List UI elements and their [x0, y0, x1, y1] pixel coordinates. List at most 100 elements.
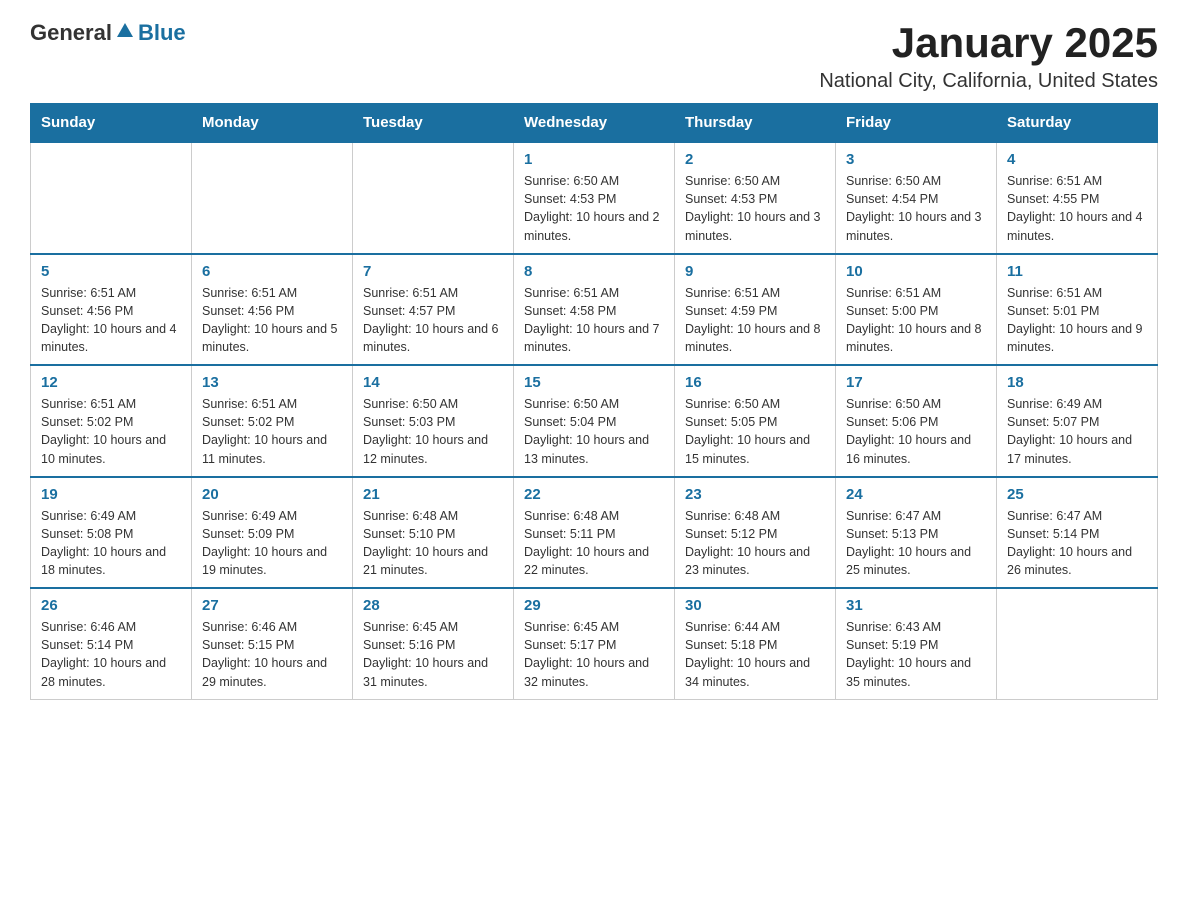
day-cell: 22 Sunrise: 6:48 AM Sunset: 5:11 PM Dayli…	[514, 477, 675, 589]
day-info: Sunrise: 6:49 AM Sunset: 5:07 PM Dayligh…	[1007, 395, 1147, 468]
day-number: 4	[1007, 151, 1147, 168]
day-number: 5	[41, 263, 181, 280]
day-cell: 18 Sunrise: 6:49 AM Sunset: 5:07 PM Dayli…	[997, 365, 1158, 477]
logo-general-text: General	[30, 20, 112, 46]
day-info: Sunrise: 6:51 AM Sunset: 4:55 PM Dayligh…	[1007, 172, 1147, 245]
day-number: 6	[202, 263, 342, 280]
day-cell: 24Sunrise: 6:47 AM Sunset: 5:13 PM Dayli…	[836, 477, 997, 589]
day-info: Sunrise: 6:51 AM Sunset: 4:56 PM Dayligh…	[202, 284, 342, 357]
day-info: Sunrise: 6:45 AM Sunset: 5:16 PM Dayligh…	[363, 618, 503, 691]
title-block: January 2025 National City, California, …	[819, 20, 1158, 93]
day-info: Sunrise: 6:50 AM Sunset: 5:06 PM Dayligh…	[846, 395, 986, 468]
day-number: 2	[685, 151, 825, 168]
day-cell: 16 Sunrise: 6:50 AM Sunset: 5:05 PM Dayli…	[675, 365, 836, 477]
day-number: 19	[41, 486, 181, 503]
day-cell: 12 Sunrise: 6:51 AM Sunset: 5:02 PM Dayli…	[31, 365, 192, 477]
day-cell: 30 Sunrise: 6:44 AM Sunset: 5:18 PM Dayli…	[675, 588, 836, 699]
header-row: SundayMondayTuesdayWednesdayThursdayFrid…	[31, 104, 1158, 143]
logo-blue-text: Blue	[138, 20, 186, 46]
day-cell: 4 Sunrise: 6:51 AM Sunset: 4:55 PM Daylig…	[997, 142, 1158, 254]
day-info: Sunrise: 6:51 AM Sunset: 4:57 PM Dayligh…	[363, 284, 503, 357]
day-cell: 17 Sunrise: 6:50 AM Sunset: 5:06 PM Dayli…	[836, 365, 997, 477]
day-info: Sunrise: 6:50 AM Sunset: 5:05 PM Dayligh…	[685, 395, 825, 468]
calendar-body: 1Sunrise: 6:50 AM Sunset: 4:53 PM Daylig…	[31, 142, 1158, 699]
logo-triangle-icon	[117, 23, 133, 43]
day-cell: 31 Sunrise: 6:43 AM Sunset: 5:19 PM Dayli…	[836, 588, 997, 699]
day-number: 22	[524, 486, 664, 503]
week-row-1: 1Sunrise: 6:50 AM Sunset: 4:53 PM Daylig…	[31, 142, 1158, 254]
day-cell: 23Sunrise: 6:48 AM Sunset: 5:12 PM Dayli…	[675, 477, 836, 589]
day-cell: 27 Sunrise: 6:46 AM Sunset: 5:15 PM Dayli…	[192, 588, 353, 699]
header-cell-wednesday: Wednesday	[514, 104, 675, 143]
header-cell-monday: Monday	[192, 104, 353, 143]
day-info: Sunrise: 6:50 AM Sunset: 4:53 PM Dayligh…	[524, 172, 664, 245]
day-number: 20	[202, 486, 342, 503]
day-info: Sunrise: 6:46 AM Sunset: 5:14 PM Dayligh…	[41, 618, 181, 691]
day-cell	[997, 588, 1158, 699]
page-title: January 2025	[819, 20, 1158, 66]
day-info: Sunrise: 6:49 AM Sunset: 5:08 PM Dayligh…	[41, 507, 181, 580]
day-number: 11	[1007, 263, 1147, 280]
day-number: 27	[202, 597, 342, 614]
day-number: 18	[1007, 374, 1147, 391]
day-cell: 21Sunrise: 6:48 AM Sunset: 5:10 PM Dayli…	[353, 477, 514, 589]
day-cell: 2 Sunrise: 6:50 AM Sunset: 4:53 PM Daylig…	[675, 142, 836, 254]
calendar-header: SundayMondayTuesdayWednesdayThursdayFrid…	[31, 104, 1158, 143]
day-number: 8	[524, 263, 664, 280]
day-cell: 11 Sunrise: 6:51 AM Sunset: 5:01 PM Dayli…	[997, 254, 1158, 366]
day-number: 30	[685, 597, 825, 614]
day-number: 7	[363, 263, 503, 280]
day-info: Sunrise: 6:51 AM Sunset: 4:58 PM Dayligh…	[524, 284, 664, 357]
calendar-table: SundayMondayTuesdayWednesdayThursdayFrid…	[30, 103, 1158, 700]
day-cell	[31, 142, 192, 254]
header-cell-thursday: Thursday	[675, 104, 836, 143]
day-number: 3	[846, 151, 986, 168]
day-info: Sunrise: 6:51 AM Sunset: 5:02 PM Dayligh…	[41, 395, 181, 468]
week-row-4: 19 Sunrise: 6:49 AM Sunset: 5:08 PM Dayli…	[31, 477, 1158, 589]
day-number: 14	[363, 374, 503, 391]
day-info: Sunrise: 6:44 AM Sunset: 5:18 PM Dayligh…	[685, 618, 825, 691]
day-cell: 13 Sunrise: 6:51 AM Sunset: 5:02 PM Dayli…	[192, 365, 353, 477]
day-info: Sunrise: 6:48 AM Sunset: 5:11 PM Dayligh…	[524, 507, 664, 580]
header-cell-sunday: Sunday	[31, 104, 192, 143]
day-info: Sunrise: 6:51 AM Sunset: 5:00 PM Dayligh…	[846, 284, 986, 357]
day-info: Sunrise: 6:46 AM Sunset: 5:15 PM Dayligh…	[202, 618, 342, 691]
day-cell: 8 Sunrise: 6:51 AM Sunset: 4:58 PM Daylig…	[514, 254, 675, 366]
header-cell-tuesday: Tuesday	[353, 104, 514, 143]
day-info: Sunrise: 6:49 AM Sunset: 5:09 PM Dayligh…	[202, 507, 342, 580]
day-info: Sunrise: 6:50 AM Sunset: 5:03 PM Dayligh…	[363, 395, 503, 468]
day-number: 28	[363, 597, 503, 614]
day-number: 17	[846, 374, 986, 391]
day-cell: 10 Sunrise: 6:51 AM Sunset: 5:00 PM Dayli…	[836, 254, 997, 366]
day-cell: 9Sunrise: 6:51 AM Sunset: 4:59 PM Daylig…	[675, 254, 836, 366]
day-info: Sunrise: 6:48 AM Sunset: 5:12 PM Dayligh…	[685, 507, 825, 580]
day-info: Sunrise: 6:50 AM Sunset: 4:53 PM Dayligh…	[685, 172, 825, 245]
day-cell: 1Sunrise: 6:50 AM Sunset: 4:53 PM Daylig…	[514, 142, 675, 254]
day-number: 9	[685, 263, 825, 280]
day-info: Sunrise: 6:51 AM Sunset: 5:01 PM Dayligh…	[1007, 284, 1147, 357]
day-cell: 3 Sunrise: 6:50 AM Sunset: 4:54 PM Daylig…	[836, 142, 997, 254]
day-number: 29	[524, 597, 664, 614]
header-cell-friday: Friday	[836, 104, 997, 143]
header-cell-saturday: Saturday	[997, 104, 1158, 143]
day-info: Sunrise: 6:45 AM Sunset: 5:17 PM Dayligh…	[524, 618, 664, 691]
day-cell: 15Sunrise: 6:50 AM Sunset: 5:04 PM Dayli…	[514, 365, 675, 477]
day-info: Sunrise: 6:43 AM Sunset: 5:19 PM Dayligh…	[846, 618, 986, 691]
week-row-3: 12 Sunrise: 6:51 AM Sunset: 5:02 PM Dayli…	[31, 365, 1158, 477]
day-info: Sunrise: 6:50 AM Sunset: 4:54 PM Dayligh…	[846, 172, 986, 245]
day-info: Sunrise: 6:47 AM Sunset: 5:13 PM Dayligh…	[846, 507, 986, 580]
day-info: Sunrise: 6:51 AM Sunset: 4:56 PM Dayligh…	[41, 284, 181, 357]
day-number: 12	[41, 374, 181, 391]
day-info: Sunrise: 6:51 AM Sunset: 5:02 PM Dayligh…	[202, 395, 342, 468]
day-cell: 28 Sunrise: 6:45 AM Sunset: 5:16 PM Dayli…	[353, 588, 514, 699]
day-info: Sunrise: 6:50 AM Sunset: 5:04 PM Dayligh…	[524, 395, 664, 468]
day-cell: 7 Sunrise: 6:51 AM Sunset: 4:57 PM Daylig…	[353, 254, 514, 366]
day-number: 10	[846, 263, 986, 280]
day-number: 21	[363, 486, 503, 503]
day-number: 16	[685, 374, 825, 391]
day-number: 31	[846, 597, 986, 614]
day-cell: 26 Sunrise: 6:46 AM Sunset: 5:14 PM Dayli…	[31, 588, 192, 699]
day-number: 25	[1007, 486, 1147, 503]
day-number: 13	[202, 374, 342, 391]
day-number: 26	[41, 597, 181, 614]
